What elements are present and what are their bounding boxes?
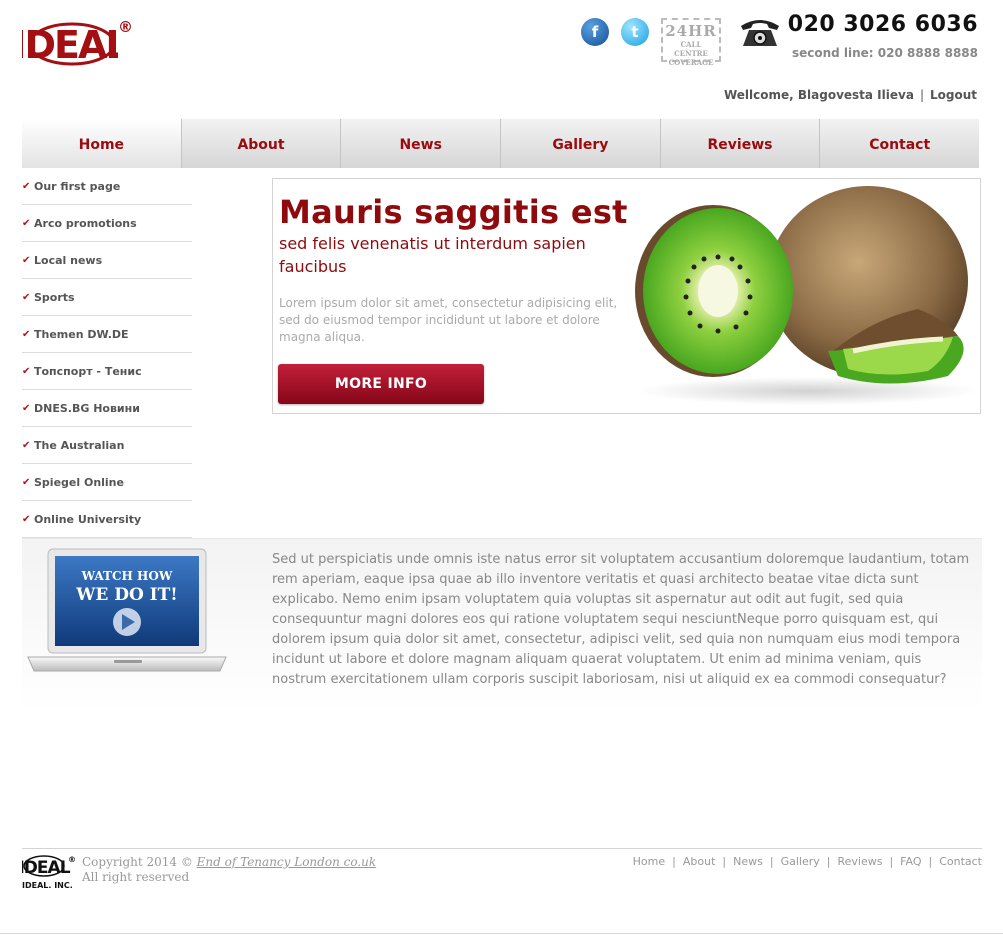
nav-contact[interactable]: Contact (820, 119, 981, 168)
nav-gallery[interactable]: Gallery (501, 119, 661, 168)
nav-about-label: About (237, 136, 285, 153)
footer-link-contact[interactable]: Contact (939, 855, 982, 868)
sidebar-item-label: Spiegel Online (34, 475, 124, 489)
footer-link-home[interactable]: Home (633, 855, 665, 868)
phone-main: 020 3026 6036 (787, 12, 978, 37)
footer-logo-text: IDEAL (22, 858, 71, 878)
main-nav: Home About News Gallery Reviews Contact (22, 119, 981, 168)
video-line1: WATCH HOW (81, 569, 173, 583)
check-icon: ✔ (22, 328, 31, 340)
nav-reviews-label: Reviews (707, 136, 773, 153)
ideal-logo-icon: IDEAL (12, 20, 131, 68)
banner-text: Lorem ipsum dolor sit amet, consectetur … (279, 296, 618, 344)
sidebar-item-our-first-page[interactable]: ✔ Our first page (22, 168, 192, 205)
twitter-icon[interactable]: t (621, 18, 649, 46)
sidebar-item-label: Local news (34, 253, 103, 267)
telephone-icon (737, 16, 783, 48)
sidebar: ✔ Our first page ✔ Arco promotions ✔ Local … (22, 168, 192, 538)
footer-sep: | (769, 855, 774, 868)
footer-link-reviews[interactable]: Reviews (837, 855, 882, 868)
badge-call-centre: CALL CENTRE (674, 40, 708, 58)
footer-logo-icon: IDEAL ® IDEAL. INC. (18, 855, 76, 890)
welcome-separator: | (919, 88, 924, 102)
check-icon: ✔ (22, 254, 31, 266)
check-icon: ✔ (22, 217, 31, 229)
check-icon: ✔ (22, 291, 31, 303)
registered-mark: ® (118, 18, 133, 36)
hero-banner: Mauris saggitis est sed felis venenatis … (272, 178, 981, 414)
check-icon: ✔ (22, 439, 31, 451)
phone-second: second line: 020 8888 8888 (791, 46, 978, 60)
sidebar-item-topsport[interactable]: ✔ Топспорт - Тенис (22, 353, 192, 390)
sidebar-item-sports[interactable]: ✔ Sports (22, 279, 192, 316)
footer-registered: ® (68, 855, 76, 864)
sidebar-item-online-university[interactable]: ✔ Online University (22, 501, 192, 538)
sidebar-item-the-australian[interactable]: ✔ The Australian (22, 427, 192, 464)
sidebar-item-label: DNES.BG Новини (34, 401, 140, 415)
check-icon: ✔ (22, 513, 31, 525)
sidebar-item-label: Arco promotions (34, 216, 137, 230)
nav-reviews[interactable]: Reviews (660, 119, 821, 168)
footer-sep: | (889, 855, 894, 868)
check-icon: ✔ (22, 365, 31, 377)
footer-link-gallery[interactable]: Gallery (781, 855, 820, 868)
copyright-prefix: Copyright 2014 © (82, 855, 193, 869)
badge-24hr: 24HR (665, 22, 717, 40)
bottom-border (0, 933, 1003, 934)
sidebar-item-label: Online University (34, 512, 142, 526)
footer-link-faq[interactable]: FAQ (900, 855, 921, 868)
banner-subtitle: sed felis venenatis ut interdum sapien f… (279, 234, 586, 276)
footer-sep: | (722, 855, 727, 868)
welcome-text: Wellcome, Blagovesta Ilieva (723, 88, 914, 102)
nav-gallery-label: Gallery (552, 136, 609, 153)
banner-title: Mauris saggitis est (279, 193, 628, 231)
watch-video-thumbnail[interactable]: WATCH HOW WE DO IT! (24, 547, 230, 679)
footer-links: Home | About | News | Gallery | Reviews | FAQ | Cont… (633, 855, 982, 868)
footer-sep: | (672, 855, 676, 868)
copyright-link[interactable]: End of Tenancy London co.uk (197, 855, 376, 869)
sidebar-item-local-news[interactable]: ✔ Local news (22, 242, 192, 279)
kiwi-image (635, 186, 978, 405)
promo-strip: WATCH HOW WE DO IT! Sed ut perspiciatis … (22, 538, 982, 711)
sidebar-item-themen-dw[interactable]: ✔ Themen DW.DE (22, 316, 192, 353)
logo-text: IDEAL (22, 23, 118, 67)
footer-logo-caption: IDEAL. INC. (22, 881, 73, 890)
copyright: Copyright 2014 © End of Tenancy London c… (82, 855, 376, 885)
nav-home[interactable]: Home (22, 119, 182, 168)
check-icon: ✔ (22, 402, 31, 414)
call-centre-badge: 24HR CALL CENTRE COVERAGE (661, 18, 721, 67)
footer-logo[interactable]: IDEAL ® IDEAL. INC. (18, 854, 82, 894)
video-line2: WE DO IT! (75, 585, 178, 605)
sidebar-item-arco-promotions[interactable]: ✔ Arco promotions (22, 205, 192, 242)
check-icon: ✔ (22, 180, 31, 192)
sidebar-item-label: Топспорт - Тенис (34, 364, 142, 378)
footer-link-news[interactable]: News (733, 855, 763, 868)
badge-coverage: COVERAGE (668, 58, 714, 67)
footer-link-about[interactable]: About (683, 855, 716, 868)
nav-home-label: Home (78, 136, 125, 153)
twitter-glyph: t (631, 23, 639, 41)
footer-divider (22, 848, 982, 849)
sidebar-item-dnes-bg[interactable]: ✔ DNES.BG Новини (22, 390, 192, 427)
check-icon: ✔ (22, 476, 31, 488)
nav-news-label: News (399, 136, 442, 153)
sidebar-item-label: The Australian (34, 438, 125, 452)
rights-text: All right reserved (82, 870, 190, 884)
promo-text: Sed ut perspiciatis unde omnis iste natu… (272, 552, 970, 687)
sidebar-item-label: Sports (34, 290, 75, 304)
welcome-bar: Wellcome, Blagovesta Ilieva | Logout (724, 88, 977, 102)
nav-contact-label: Contact (869, 136, 931, 153)
nav-about[interactable]: About (181, 119, 342, 168)
sidebar-item-label: Our first page (34, 179, 121, 193)
facebook-glyph: f (591, 23, 599, 41)
brand-logo[interactable]: IDEAL ® (12, 18, 134, 70)
nav-news[interactable]: News (341, 119, 502, 168)
more-info-button[interactable]: MORE INFO (278, 364, 484, 404)
footer-sep: | (826, 855, 831, 868)
footer-sep: | (928, 855, 933, 868)
logout-link[interactable]: Logout (930, 88, 977, 102)
facebook-icon[interactable]: f (581, 18, 609, 46)
sidebar-item-spiegel-online[interactable]: ✔ Spiegel Online (22, 464, 192, 501)
sidebar-item-label: Themen DW.DE (34, 327, 129, 341)
